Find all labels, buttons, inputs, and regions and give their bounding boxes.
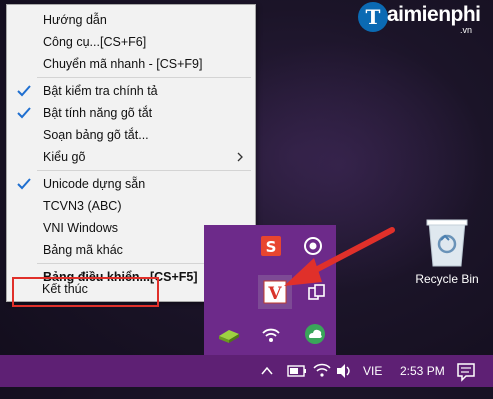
menu-item-shorthand[interactable]: Bật tính năng gõ tắt <box>7 102 255 124</box>
menu-item-spell-check[interactable]: Bật kiểm tra chính tả <box>7 80 255 102</box>
clock[interactable]: 2:53 PM <box>400 355 450 387</box>
usb-drive-icon[interactable] <box>216 321 242 347</box>
menu-item-tools[interactable]: Công cụ...[CS+F6] <box>7 31 255 53</box>
check-icon <box>15 102 33 124</box>
menu-item-label: Bật tính năng gõ tắt <box>43 106 153 120</box>
recycle-bin-label: Recycle Bin <box>415 272 479 286</box>
recycle-bin-icon <box>426 219 468 267</box>
chevron-right-icon <box>235 146 245 168</box>
notification-icon[interactable] <box>455 355 477 387</box>
menu-item-label: Kiểu gõ <box>43 150 86 164</box>
chevron-up-icon[interactable] <box>258 355 276 387</box>
battery-icon[interactable] <box>286 355 308 387</box>
wifi-app-icon[interactable] <box>258 321 284 347</box>
recycle-bin[interactable]: Recycle Bin <box>405 214 489 294</box>
taskbar: VIE 2:53 PM <box>0 355 493 387</box>
menu-item-label: Bảng mã khác <box>43 243 123 257</box>
menu-item-label: Công cụ...[CS+F6] <box>43 35 147 49</box>
highlight-box <box>12 277 159 307</box>
taimienphi-logo: T aimienphi .vn <box>358 2 493 36</box>
logo-name: aimienphi <box>387 3 481 26</box>
menu-item-tcvn3[interactable]: TCVN3 (ABC) <box>7 195 255 217</box>
logo-domain: .vn <box>460 25 473 35</box>
menu-item-label: TCVN3 (ABC) <box>43 199 122 213</box>
menu-item-label: Unicode dựng sẵn <box>43 177 146 191</box>
menu-item-label: Hướng dẫn <box>43 13 107 27</box>
menu-separator <box>37 77 251 78</box>
menu-item-label: Bật kiểm tra chính tả <box>43 84 158 98</box>
speaker-icon[interactable] <box>334 355 354 387</box>
menu-item-edit-shorthand[interactable]: Soạn bảng gõ tắt... <box>7 124 255 146</box>
menu-item-guide[interactable]: Hướng dẫn <box>7 9 255 31</box>
cloud-icon[interactable] <box>302 321 328 347</box>
pointer-arrow <box>270 222 400 297</box>
check-icon <box>15 173 33 195</box>
menu-item-label: Chuyển mã nhanh - [CS+F9] <box>43 57 203 71</box>
menu-item-unicode[interactable]: Unicode dựng sẵn <box>7 173 255 195</box>
logo-badge: T <box>358 2 388 32</box>
menu-item-label: Soạn bảng gõ tắt... <box>43 128 149 142</box>
menu-separator <box>37 170 251 171</box>
wifi-icon[interactable] <box>312 355 332 387</box>
menu-item-label: VNI Windows <box>43 221 119 235</box>
desktop: T aimienphi .vn Hướng dẫn Công cụ...[CS+… <box>0 0 493 387</box>
menu-item-input-method[interactable]: Kiểu gõ <box>7 146 255 168</box>
menu-item-quick-convert[interactable]: Chuyển mã nhanh - [CS+F9] <box>7 53 255 75</box>
language-indicator[interactable]: VIE <box>363 355 391 387</box>
check-icon <box>15 80 33 102</box>
